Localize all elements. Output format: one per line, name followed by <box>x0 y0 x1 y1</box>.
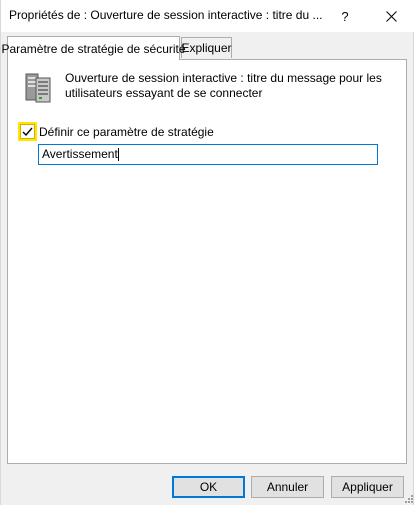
title-bar[interactable]: Propriétés de : Ouverture de session int… <box>1 0 414 32</box>
window-title: Propriétés de : Ouverture de session int… <box>9 8 323 22</box>
policy-description: Ouverture de session interactive : titre… <box>65 71 382 100</box>
properties-dialog: Propriétés de : Ouverture de session int… <box>0 0 414 505</box>
help-icon: ? <box>341 8 349 24</box>
close-button[interactable] <box>368 0 414 32</box>
tab-explain[interactable]: Expliquer <box>181 37 232 58</box>
define-policy-checkbox[interactable] <box>18 122 37 141</box>
cancel-button[interactable]: Annuler <box>251 476 324 498</box>
server-policy-icon <box>25 73 51 103</box>
apply-button[interactable]: Appliquer <box>331 476 404 498</box>
checkmark-icon <box>22 127 33 136</box>
text-caret <box>117 148 119 162</box>
close-icon <box>385 10 397 22</box>
resize-grip-icon[interactable] <box>404 494 414 504</box>
define-policy-label[interactable]: Définir ce paramètre de stratégie <box>39 125 214 139</box>
message-title-input[interactable]: Avertissement <box>38 144 378 165</box>
tab-panel: Ouverture de session interactive : titre… <box>7 59 407 464</box>
tab-label: Expliquer <box>181 41 232 55</box>
input-value: Avertissement <box>42 147 118 161</box>
ok-button[interactable]: OK <box>172 476 245 498</box>
tab-security-policy-setting[interactable]: Paramètre de stratégie de sécurité <box>1 36 186 60</box>
help-button[interactable]: ? <box>330 0 360 32</box>
tab-label: Paramètre de stratégie de sécurité <box>1 41 186 56</box>
